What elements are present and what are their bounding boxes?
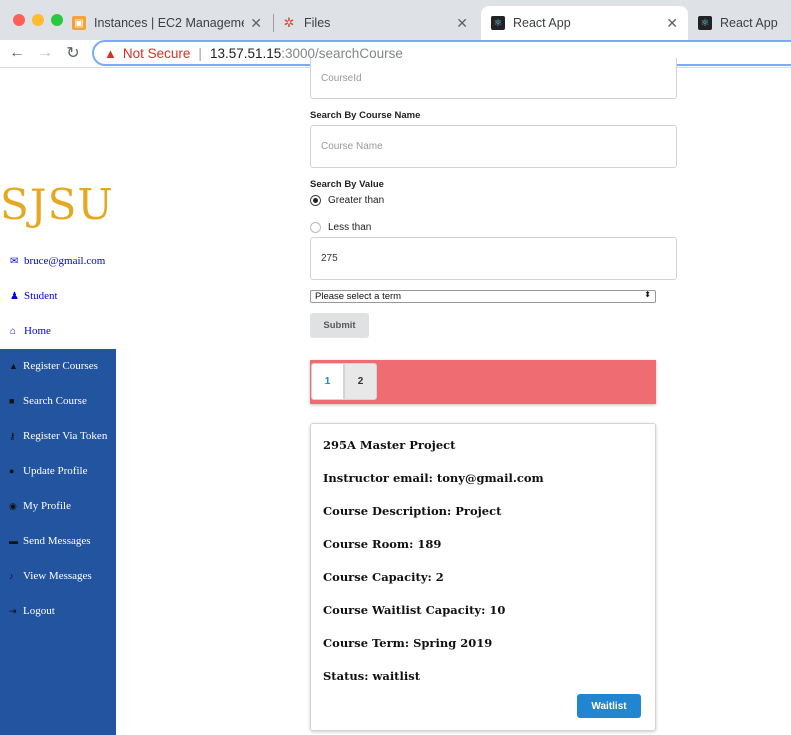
graduation-cap-icon: ▲	[9, 361, 18, 371]
term-select-value: Please select a term	[315, 291, 402, 302]
sidebar-item-register-courses[interactable]: ▲ Register Courses	[9, 360, 98, 372]
user-email-link[interactable]: ✉ bruce@gmail.com	[10, 255, 105, 267]
security-indicator[interactable]: Not Secure	[123, 46, 191, 61]
forward-button[interactable]: →	[34, 42, 56, 64]
sidebar-item-label: Update Profile	[23, 465, 88, 477]
sidebar-item-label: My Profile	[23, 500, 71, 512]
close-tab-icon[interactable]: ✕	[250, 15, 262, 32]
back-button[interactable]: ←	[6, 42, 28, 64]
sidebar-item-logout[interactable]: ⇥ Logout	[9, 605, 55, 617]
sidebar-item-label: View Messages	[23, 570, 92, 582]
sidebar-item-label: Send Messages	[23, 535, 91, 547]
user-icon: ●	[9, 466, 15, 476]
browser-tab-bar: ▣ Instances | EC2 Management C ✕ ✲ Files…	[0, 0, 791, 40]
sidebar-item-send-messages[interactable]: ▬ Send Messages	[9, 535, 91, 547]
user-circle-icon: ◉	[9, 500, 17, 511]
book-icon: ■	[9, 396, 15, 406]
sidebar-item-label: Register Via Token	[23, 430, 108, 442]
sjsu-logo: SJSU	[0, 180, 114, 229]
value-input-text: 275	[321, 253, 338, 264]
key-icon: ⚷	[9, 430, 16, 441]
sidebar-item-view-messages[interactable]: ♪ View Messages	[9, 570, 92, 582]
minimize-window-button[interactable]	[32, 14, 44, 26]
aws-icon: ▣	[72, 16, 86, 30]
course-id-placeholder: CourseId	[321, 72, 362, 84]
course-instructor: Instructor email: tony@gmail.com	[323, 471, 544, 485]
course-card: 295A Master Project Instructor email: to…	[310, 423, 656, 731]
home-link[interactable]: ⌂ Home	[10, 325, 51, 337]
close-tab-icon[interactable]: ✕	[456, 15, 468, 32]
search-by-value-label: Search By Value	[310, 179, 384, 190]
logout-icon: ⇥	[9, 605, 17, 616]
sidebar-item-register-via-token[interactable]: ⚷ Register Via Token	[9, 430, 107, 442]
maximize-window-button[interactable]	[51, 14, 63, 26]
user-figure-icon: ♟	[10, 290, 19, 302]
course-name-input[interactable]: Course Name	[310, 125, 677, 168]
greater-than-label: Greater than	[328, 195, 385, 206]
sidebar-item-label: Search Course	[23, 395, 87, 407]
react-icon: ⚛	[491, 16, 505, 30]
home-icon: ⌂	[10, 325, 17, 337]
value-input[interactable]: 275	[310, 237, 677, 280]
course-title: 295A Master Project	[323, 438, 456, 452]
course-id-input[interactable]: CourseId	[310, 58, 677, 99]
sidebar-item-update-profile[interactable]: ● Update Profile	[9, 465, 87, 477]
reload-button[interactable]: ↻	[62, 42, 84, 64]
course-waitlist-capacity: Course Waitlist Capacity: 10	[323, 603, 506, 617]
less-than-option[interactable]: Less than	[310, 222, 371, 233]
pagination-bar: 1 2	[310, 360, 656, 404]
user-email: bruce@gmail.com	[24, 255, 106, 267]
submit-button[interactable]: Submit	[310, 313, 369, 338]
sidebar-item-label: Register Courses	[23, 360, 98, 372]
url-divider: |	[198, 45, 202, 61]
tab-separator	[273, 14, 274, 32]
course-status: Status: waitlist	[323, 669, 421, 683]
user-role: Student	[24, 290, 58, 302]
greater-than-option[interactable]: Greater than	[310, 195, 384, 206]
envelope-icon: ✉	[10, 255, 19, 267]
url-host: 13.57.51.15	[209, 45, 282, 61]
course-name-label: Search By Course Name	[310, 110, 421, 121]
select-arrows-icon: ⬍	[644, 290, 651, 299]
less-than-label: Less than	[328, 222, 372, 233]
course-name-placeholder: Course Name	[321, 141, 383, 152]
course-capacity: Course Capacity: 2	[323, 570, 444, 584]
tab-ec2-instances[interactable]: ▣ Instances | EC2 Management C ✕	[72, 6, 272, 40]
course-description: Course Description: Project	[323, 504, 502, 518]
warning-icon: ▲	[104, 45, 117, 61]
react-icon: ⚛	[698, 16, 712, 30]
role-link[interactable]: ♟ Student	[10, 290, 58, 302]
less-than-radio[interactable]	[310, 222, 321, 233]
bell-icon: ♪	[9, 571, 14, 581]
waitlist-button[interactable]: Waitlist	[577, 694, 641, 718]
tab-react-app-active[interactable]: ⚛ React App ✕	[481, 6, 688, 40]
tab-react-app[interactable]: ⚛ React App	[688, 6, 791, 40]
page-1-button[interactable]: 1	[311, 363, 344, 400]
sidebar-item-my-profile[interactable]: ◉ My Profile	[9, 500, 71, 512]
course-room: Course Room: 189	[323, 537, 442, 551]
sidebar-nav: ▲ Register Courses ■ Search Course ⚷ Reg…	[0, 349, 116, 735]
sidebar-item-search-course[interactable]: ■ Search Course	[9, 395, 87, 407]
home-label: Home	[24, 325, 51, 337]
term-select[interactable]: Please select a term ⬍	[310, 290, 656, 303]
course-term: Course Term: Spring 2019	[323, 636, 493, 650]
close-tab-icon[interactable]: ✕	[666, 15, 678, 32]
tab-files[interactable]: ✲ Files ✕	[282, 6, 478, 40]
sidebar-item-label: Logout	[23, 605, 55, 617]
close-window-button[interactable]	[13, 14, 25, 26]
page-2-button[interactable]: 2	[344, 363, 377, 400]
greater-than-radio[interactable]	[310, 195, 321, 206]
message-icon: ▬	[9, 536, 18, 546]
files-icon: ✲	[283, 15, 295, 30]
